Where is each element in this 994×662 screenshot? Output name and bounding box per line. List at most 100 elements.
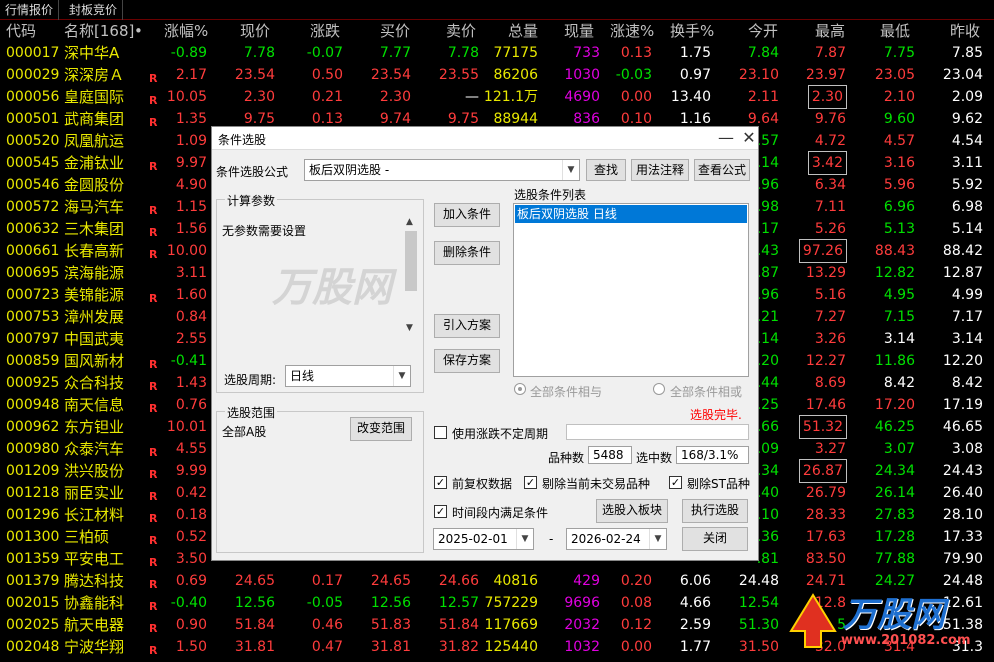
cell-high: 8.69 xyxy=(814,375,846,391)
uncertain-period-checkbox[interactable] xyxy=(434,426,447,439)
column-header[interactable]: 名称[168] xyxy=(64,20,134,42)
period-satisfy-checkbox[interactable]: ✓ xyxy=(434,505,447,518)
column-header[interactable]: 涨幅% xyxy=(164,20,208,42)
cell-turn: 0.97 xyxy=(679,67,711,83)
params-scrollbar[interactable]: ▲ ▼ xyxy=(404,217,418,337)
column-header[interactable]: 涨跌 xyxy=(310,20,340,42)
cell-prev: 7.85 xyxy=(951,45,983,61)
scroll-up-icon[interactable]: ▲ xyxy=(406,217,413,227)
fq-checkbox[interactable]: ✓ xyxy=(434,476,447,489)
cell-ask: 51.84 xyxy=(438,617,479,633)
view-formula-button[interactable]: 查看公式 xyxy=(694,159,750,181)
stock-name: 武商集团 xyxy=(64,110,125,128)
radio-and[interactable] xyxy=(514,383,526,395)
column-header[interactable]: 最高 xyxy=(815,20,845,42)
cell-low: 46.25 xyxy=(874,419,915,435)
cell-speed: 0.00 xyxy=(620,639,652,655)
tab-auction[interactable]: 封板竞价 xyxy=(64,0,124,20)
cell-open: .44 xyxy=(756,375,779,391)
cell-prev: 6.98 xyxy=(951,199,983,215)
cell-chg: 0.69 xyxy=(175,573,207,589)
stock-name: 协鑫能科 xyxy=(64,594,125,612)
column-header[interactable]: 换手% xyxy=(670,20,714,42)
close-icon[interactable]: ✕ xyxy=(739,128,759,147)
exclude-unlisted-checkbox[interactable]: ✓ xyxy=(524,476,537,489)
cell-open: 51.30 xyxy=(738,617,779,633)
stock-name: 三柏硕 xyxy=(64,528,110,546)
cell-low: 12.82 xyxy=(874,265,915,281)
column-header[interactable]: 涨速% xyxy=(610,20,654,42)
stock-screener-dialog: 条件选股 — ✕ 万股网 万股网 条件选股公式 板后双阴选股 - ▼ 查找 用法… xyxy=(211,126,759,561)
uncertain-period-input[interactable] xyxy=(566,424,749,440)
radio-or[interactable] xyxy=(653,383,665,395)
change-range-button[interactable]: 改变范围 xyxy=(350,417,412,441)
close-button[interactable]: 关闭 xyxy=(682,527,748,551)
stock-name: 众泰汽车 xyxy=(64,440,125,458)
scroll-thumb[interactable] xyxy=(405,231,417,291)
cell-open: .81 xyxy=(756,551,779,567)
cell-ask: — xyxy=(465,89,479,105)
usage-button[interactable]: 用法注释 xyxy=(631,159,689,181)
quote-table-header: 代码 名称[168] 涨幅% 现价 涨跌 买价 卖价 总量 现量 涨速% 换手% 今开 最高 最低 昨收 • xyxy=(0,20,994,42)
column-header[interactable]: 现价 xyxy=(240,20,270,42)
table-row[interactable]: 000029 深深房Ａ R 2.17 23.54 0.50 23.54 23.55 86206 1… xyxy=(0,64,994,86)
column-header[interactable]: 昨收 xyxy=(950,20,980,42)
stock-code: 002015 xyxy=(6,595,60,611)
cell-high: 3.26 xyxy=(814,331,846,347)
stock-code: 001300 xyxy=(6,529,60,545)
cell-speed: 0.20 xyxy=(620,573,652,589)
column-header[interactable]: 买价 xyxy=(380,20,410,42)
cell-low: 26.14 xyxy=(874,485,915,501)
column-menu-icon[interactable]: • xyxy=(134,20,143,42)
cell-high: 12.27 xyxy=(805,353,846,369)
delete-condition-button[interactable]: 删除条件 xyxy=(434,241,500,265)
period-select[interactable]: 日线 ▼ xyxy=(285,365,411,387)
import-plan-button[interactable]: 引入方案 xyxy=(434,314,500,338)
scroll-down-icon[interactable]: ▼ xyxy=(406,323,413,333)
tab-quotes[interactable]: 行情报价 xyxy=(0,0,60,20)
stock-name: 宁波华翔 xyxy=(64,638,125,656)
find-button[interactable]: 查找 xyxy=(586,159,626,181)
exclude-st-checkbox[interactable]: ✓ xyxy=(669,476,682,489)
cell-chg: 9.97 xyxy=(175,155,207,171)
radio-and-label: 全部条件相与 xyxy=(530,385,603,399)
cell-high: 17.46 xyxy=(805,397,846,413)
cell-high: 26.79 xyxy=(805,485,846,501)
date-to-select[interactable]: 2026-02-24 ▼ xyxy=(566,528,667,550)
stock-name: 漳州发展 xyxy=(64,308,125,326)
cell-chg: 3.11 xyxy=(175,265,207,281)
cell-bid: 23.54 xyxy=(370,67,411,83)
cell-speed: 0.12 xyxy=(620,617,652,633)
stock-name: 航天电器 xyxy=(64,616,125,634)
save-plan-button[interactable]: 保存方案 xyxy=(434,349,500,373)
date-from-select[interactable]: 2025-02-01 ▼ xyxy=(433,528,534,550)
formula-select[interactable]: 板后双阴选股 - ▼ xyxy=(304,159,580,181)
cell-prev: 5.92 xyxy=(951,177,983,193)
cell-price: 51.84 xyxy=(234,617,275,633)
column-header[interactable]: 最低 xyxy=(880,20,910,42)
table-row[interactable]: 000017 深中华A -0.89 7.78 -0.07 7.77 7.78 77175 733… xyxy=(0,42,994,64)
period-label: 选股周期: xyxy=(224,373,277,387)
dialog-titlebar: 条件选股 — ✕ xyxy=(212,127,758,150)
add-to-block-button[interactable]: 选股入板块 xyxy=(596,499,668,523)
stock-name: 众合科技 xyxy=(64,374,125,392)
stock-code: 000017 xyxy=(6,45,60,61)
condition-list[interactable]: 板后双阴选股 日线 xyxy=(513,203,749,377)
column-header[interactable]: 总量 xyxy=(508,20,538,42)
stock-code: 001379 xyxy=(6,573,60,589)
column-header[interactable]: 卖价 xyxy=(446,20,476,42)
cell-speed: 0.13 xyxy=(620,45,652,61)
stock-name: 滨海能源 xyxy=(64,264,125,282)
dialog-title: 条件选股 xyxy=(218,133,267,147)
minimize-icon[interactable]: — xyxy=(716,128,736,147)
column-header[interactable]: 现量 xyxy=(564,20,594,42)
column-header[interactable]: 今开 xyxy=(748,20,778,42)
table-row[interactable]: 000056 皇庭国际 R 10.05 2.30 0.21 2.30—121.1万 4690 0… xyxy=(0,85,994,109)
run-screen-button[interactable]: 执行选股 xyxy=(682,499,748,523)
cell-open: .36 xyxy=(756,529,779,545)
add-condition-button[interactable]: 加入条件 xyxy=(434,203,500,227)
stock-name: 皇庭国际 xyxy=(64,88,125,106)
picked-label: 选中数 xyxy=(636,451,673,465)
condition-list-item[interactable]: 板后双阴选股 日线 xyxy=(515,205,747,223)
column-header[interactable]: 代码 xyxy=(6,20,36,42)
